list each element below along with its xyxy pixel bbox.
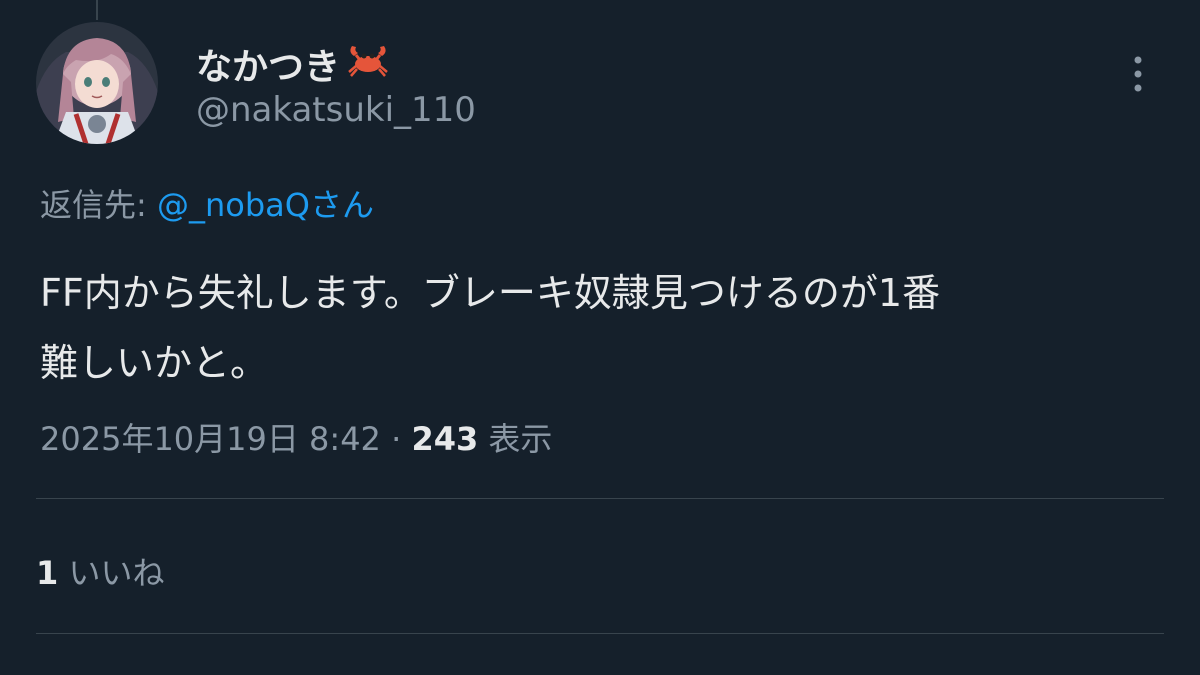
tweet-metadata: 2025年10月19日 8:42 · 243 表示 [40,414,552,460]
thread-connector-line [96,0,98,20]
author-name-text: なかつき [196,47,341,88]
reply-mention-suffix: さん [309,186,374,224]
likes-summary[interactable]: 1 いいね [36,548,164,594]
avatar[interactable] [36,22,158,144]
divider-top [36,498,1164,499]
reply-to-prefix: 返信先: [40,186,157,224]
divider-bottom [36,633,1164,634]
like-label: いいね [58,554,165,592]
views-label: 表示 [478,420,553,458]
author-handle[interactable]: @nakatsuki_110 [196,90,476,130]
tweet-text-line-1: FF内から失礼します。ブレーキ奴隷見つけるのが1番 [40,271,941,315]
like-count: 1 [36,554,59,592]
reply-to-line: 返信先: @_nobaQさん [40,180,374,226]
views-count: 243 [411,420,479,458]
tweet-timestamp[interactable]: 2025年10月19日 8:42 [40,420,381,458]
more-vertical-icon [1134,56,1142,92]
meta-separator: · [380,420,412,458]
author-display-name[interactable]: なかつき [196,38,390,90]
reply-to-mention-link[interactable]: @_nobaQさん [157,186,374,224]
tweet-text-line-2: 難しいかと。 [40,341,269,385]
crab-icon [346,42,390,87]
avatar-image [36,22,158,144]
reply-mention-handle: @_nobaQ [156,186,310,224]
tweet-text: FF内から失礼します。ブレーキ奴隷見つけるのが1番 難しいかと。 [40,258,1160,398]
more-options-button[interactable] [1120,50,1156,98]
